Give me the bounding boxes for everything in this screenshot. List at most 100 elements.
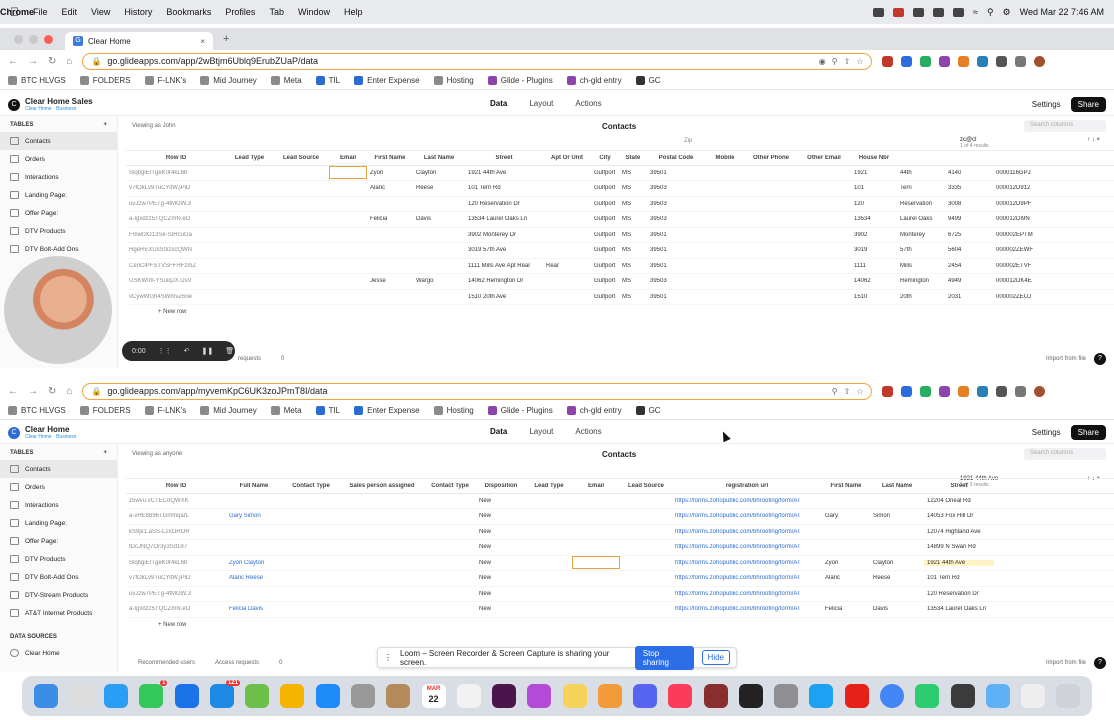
home-icon[interactable]: ⌂	[66, 56, 72, 67]
table-cell[interactable]: Gulfport	[591, 170, 619, 176]
table-cell[interactable]: Gary Simon	[226, 513, 282, 519]
extension-icon[interactable]	[901, 385, 913, 397]
contacts-icon[interactable]	[386, 684, 411, 708]
table-cell[interactable]: Gulfport	[591, 294, 619, 300]
table-cell[interactable]: MS	[619, 232, 647, 238]
share-page-icon[interactable]: ⇧	[844, 57, 851, 66]
document-icon[interactable]	[1021, 684, 1046, 708]
table-cell[interactable]: v7fOkLv9TuCYitW.jPiD	[126, 185, 226, 191]
table-row[interactable]: SlqbgiEtTgeK0r4kL6b Zyon Clayton 1921 44th …	[126, 166, 1114, 181]
forward-icon[interactable]: →	[28, 386, 38, 397]
bookmark-item[interactable]: TIL	[315, 76, 340, 85]
address-bar[interactable]: 🔒 go.glideapps.com/app/2wBtjm6Ublq9ErubZ…	[82, 52, 873, 70]
discord-icon[interactable]	[633, 684, 658, 708]
column-header[interactable]: State	[619, 155, 647, 161]
table-row[interactable]: a-Igxdzz5TQCZmN.eO Felicia Davis New https:…	[126, 602, 1114, 618]
zoom-icon[interactable]: ⚲	[832, 387, 838, 396]
table-cell[interactable]: 120	[851, 201, 897, 207]
table-cell[interactable]: 1510 20th Ave	[465, 294, 543, 300]
table-cell[interactable]: https://forms.zohopublic.com/bhroofing/f…	[672, 498, 822, 504]
table-cell[interactable]: 39503	[647, 201, 705, 207]
help-icon[interactable]: ?	[1094, 353, 1106, 365]
table-row[interactable]: kS9jx1.aSS-L2xOROR New https://forms.zohop…	[126, 525, 1114, 540]
forward-icon[interactable]: →	[28, 56, 38, 67]
table-cell[interactable]: fDcJNQ7Or3y3Sd187	[126, 544, 226, 550]
table-cell[interactable]: 9499	[945, 216, 993, 222]
data-source-item[interactable]: Clear Home	[0, 644, 117, 662]
tab-data[interactable]: Data	[490, 99, 507, 108]
sidebar-item-contacts[interactable]: Contacts	[0, 132, 117, 150]
column-header[interactable]: First Name	[367, 155, 413, 161]
table-cell[interactable]: Reservation	[897, 201, 945, 207]
column-header[interactable]: Row ID	[126, 483, 226, 489]
photos-icon[interactable]	[280, 684, 305, 708]
new-row-button[interactable]: + New row	[126, 618, 1114, 628]
table-cell[interactable]: 13534 Laurel Oaks Ln	[924, 606, 994, 612]
table-cell[interactable]: 5604	[945, 247, 993, 253]
viewing-as-selector[interactable]: Viewing as anyone	[126, 451, 182, 457]
table-cell[interactable]: Wargo	[413, 278, 465, 284]
sidebar-item-orders[interactable]: Orders	[0, 478, 117, 496]
table-cell[interactable]: 1111	[851, 263, 897, 269]
bookmark-item[interactable]: GC	[635, 406, 661, 415]
recommended-users-link[interactable]: Recommended users	[138, 660, 195, 666]
table-cell[interactable]: Mills	[897, 263, 945, 269]
hide-button[interactable]: Hide	[701, 650, 730, 665]
browser-tab[interactable]: G Clear Home ×	[65, 32, 213, 50]
table-cell[interactable]: Fmwt3O13Se-SIRcuGa	[126, 232, 226, 238]
table-cell[interactable]: a-Igxdzz5TQCZmN.eO	[126, 216, 226, 222]
search-columns-input[interactable]: Search columns	[1024, 448, 1106, 460]
bookmark-item[interactable]: ch-gld entry	[566, 406, 622, 415]
extension-icon[interactable]	[958, 55, 970, 67]
table-cell[interactable]: 39501	[647, 170, 705, 176]
table-cell[interactable]: Rear	[543, 263, 591, 269]
table-cell[interactable]: https://forms.zohopublic.com/bhroofing/f…	[672, 560, 822, 566]
viewing-as-selector[interactable]: Viewing as John	[126, 123, 176, 129]
table-cell[interactable]: 000012DK4E	[993, 278, 1039, 284]
table-cell[interactable]: New	[476, 544, 526, 550]
table-cell[interactable]: HgeREXUsS0izscQWN	[126, 247, 226, 253]
folder-icon[interactable]	[985, 684, 1010, 708]
table-cell[interactable]: 000002EPTM	[993, 232, 1039, 238]
table-cell[interactable]: Laurel Oaks	[897, 216, 945, 222]
chat-icon[interactable]	[174, 684, 199, 708]
table-cell[interactable]: 39501	[647, 232, 705, 238]
table-cell[interactable]: 101 Terri Rd	[924, 575, 994, 581]
slack-icon[interactable]	[492, 684, 517, 708]
table-cell[interactable]: MS	[619, 278, 647, 284]
sidebar-item-dtv-products[interactable]: DTV Products	[0, 550, 117, 568]
column-header[interactable]: City	[591, 155, 619, 161]
table-row[interactable]: vCywWGh4SWmvZ6oe 1510 20th Ave Gulfport MS 3…	[126, 290, 1114, 305]
table-cell[interactable]: v7fOkLv9TuCYitW.jPiD	[126, 575, 226, 581]
sidebar-item-offer-page[interactable]: Offer Page:	[0, 532, 117, 550]
messages-icon[interactable]: 1	[139, 680, 168, 708]
table-cell[interactable]: 14062 Remington Dr	[465, 278, 543, 284]
app-store-icon[interactable]	[315, 684, 340, 708]
table-cell[interactable]: Alaric	[367, 185, 413, 191]
table-cell[interactable]: uvJzw7PETg-4tMGW.3	[126, 201, 226, 207]
column-header[interactable]: Full Name	[226, 483, 282, 489]
table-cell[interactable]: https://forms.zohopublic.com/bhroofing/f…	[672, 513, 822, 519]
calendar-icon[interactable]: MAR 22	[421, 684, 446, 708]
table-cell[interactable]: 1510	[851, 294, 897, 300]
column-header[interactable]: Postal Code	[647, 155, 705, 161]
import-from-file-button[interactable]: Import from file	[1046, 660, 1086, 666]
table-cell[interactable]: 3019	[851, 247, 897, 253]
table-cell[interactable]: 39501	[647, 263, 705, 269]
column-header[interactable]: Email	[572, 483, 620, 489]
table-cell[interactable]: 39503	[647, 278, 705, 284]
column-header[interactable]: Last Name	[870, 483, 924, 489]
sidebar-item-contacts[interactable]: Contacts	[0, 460, 117, 478]
stocks-icon[interactable]	[915, 684, 940, 708]
safari-icon[interactable]	[104, 684, 129, 708]
extension-icon[interactable]	[977, 55, 989, 67]
twitter-icon[interactable]	[809, 684, 834, 708]
bookmark-star-icon[interactable]: ☆	[856, 57, 863, 66]
maps-icon[interactable]	[245, 684, 270, 708]
new-row-button[interactable]: + New row	[126, 305, 1114, 315]
sidebar-item-landing-page[interactable]: Landing Page:	[0, 186, 117, 204]
extension-icon[interactable]	[920, 55, 932, 67]
podcasts-icon[interactable]	[527, 684, 552, 708]
profile-avatar[interactable]	[1034, 385, 1046, 397]
share-page-icon[interactable]: ⇧	[844, 387, 851, 396]
